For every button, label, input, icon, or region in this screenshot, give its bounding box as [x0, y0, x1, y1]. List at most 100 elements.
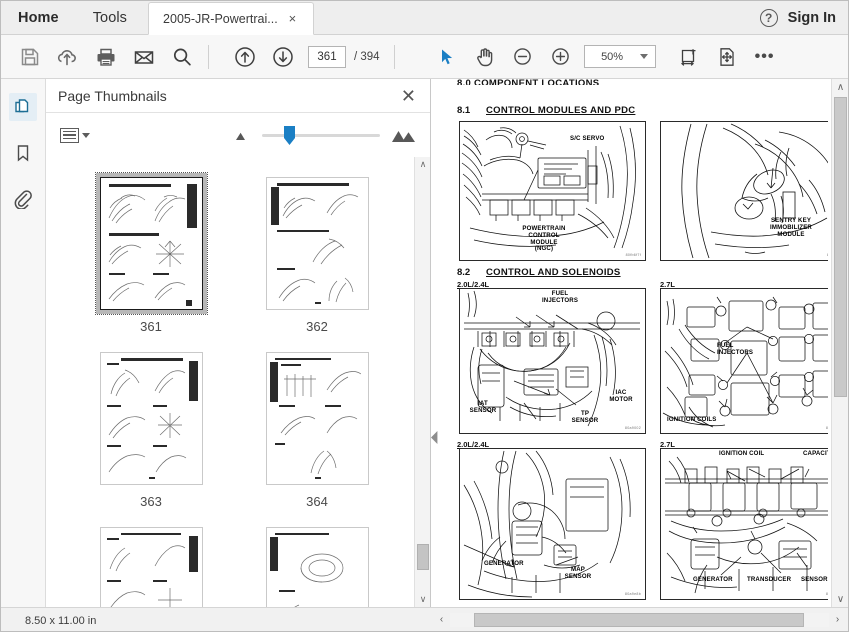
- section-heading-partial-text: 8.0 COMPONENT LOCATIONS: [457, 79, 600, 85]
- zoom-out-button[interactable]: [504, 38, 542, 76]
- thumbnails-scroll-region[interactable]: 361 362 363 364 ∧ ∨: [46, 157, 430, 607]
- figure-label-sc-servo: S/C SERVO: [570, 135, 605, 142]
- upload-cloud-icon[interactable]: [49, 38, 87, 76]
- page-number-label: 364: [306, 494, 328, 509]
- figure-label-sentry-key-immobilizer-module: SENTRY KEY IMMOBILIZER MODULE: [770, 217, 812, 238]
- print-icon[interactable]: [87, 38, 125, 76]
- navigation-rail: [1, 79, 46, 607]
- menu-tools[interactable]: Tools: [76, 1, 144, 34]
- tab-bar-right: ? Sign In: [759, 1, 848, 34]
- help-icon[interactable]: ?: [759, 8, 778, 27]
- next-page-button[interactable]: [264, 38, 302, 76]
- page-number-label: 363: [140, 494, 162, 509]
- figure-label-fuel-injectors: FUEL INJECTORS: [541, 290, 579, 304]
- scroll-down-icon[interactable]: ∨: [832, 591, 849, 607]
- thumbnail-frame[interactable]: [96, 523, 207, 607]
- page-preview[interactable]: [265, 527, 369, 607]
- section-heading-partial: 8.0 COMPONENT LOCATIONS: [457, 79, 599, 85]
- thumbnail-options-button[interactable]: [60, 127, 90, 143]
- scrollbar-thumb[interactable]: [834, 97, 847, 397]
- close-icon[interactable]: ×: [286, 10, 300, 27]
- acrobat-window: Home Tools 2005-JR-Powertrai... × ? Sign…: [0, 0, 849, 632]
- document-tab[interactable]: 2005-JR-Powertrai... ×: [148, 2, 315, 35]
- page-preview[interactable]: [99, 352, 203, 485]
- page-preview[interactable]: [265, 177, 369, 310]
- page-thumbnails-icon[interactable]: [9, 93, 37, 121]
- page-total-label: / 394: [354, 50, 380, 63]
- section-number-8-1: 8.1: [457, 105, 471, 116]
- figure-generator-map-left: GENERATOR MAP SENSOR 80a9e8b: [459, 448, 646, 600]
- thumbnail-size-slider[interactable]: [262, 125, 380, 145]
- zoom-in-button[interactable]: [542, 38, 580, 76]
- fit-width-icon[interactable]: [670, 38, 708, 76]
- section-title-8-1: CONTROL MODULES AND PDC: [486, 105, 636, 116]
- scroll-up-icon[interactable]: ∧: [415, 157, 430, 172]
- scrollbar-thumb[interactable]: [417, 544, 429, 570]
- thumbnail-frame[interactable]: [262, 173, 373, 314]
- small-thumbnails-icon[interactable]: [236, 131, 250, 140]
- page-number-input[interactable]: 361: [308, 45, 346, 68]
- figure-label-tp-sensor: TP SENSOR: [571, 410, 599, 424]
- previous-page-button[interactable]: [226, 38, 264, 76]
- list-item[interactable]: 366: [234, 515, 400, 607]
- attachment-icon[interactable]: [9, 185, 37, 213]
- chevron-down-icon[interactable]: [82, 132, 90, 138]
- scroll-left-icon[interactable]: ‹: [433, 612, 450, 628]
- email-icon[interactable]: [125, 38, 163, 76]
- scrollbar-thumb[interactable]: [474, 612, 804, 627]
- status-bar-left: 8.50 x 11.00 in: [1, 611, 431, 629]
- figure-label-fuel-injectors-2: FUEL INJECTORS: [717, 342, 754, 356]
- thumbnails-scrollbar[interactable]: ∧ ∨: [414, 157, 430, 607]
- status-bar: 8.50 x 11.00 in ‹ ›: [1, 607, 848, 631]
- thumbnail-frame[interactable]: [96, 348, 207, 489]
- page-preview[interactable]: [99, 177, 203, 310]
- fit-page-icon[interactable]: [708, 38, 746, 76]
- document-scrollbar[interactable]: ∧ ∨: [831, 79, 848, 607]
- figure-generator-map-right: IGNITION COIL CAPACITOR GENERATOR TRANSD…: [660, 448, 828, 600]
- list-item[interactable]: 365: [68, 515, 234, 607]
- bookmark-icon[interactable]: [9, 139, 37, 167]
- list-item[interactable]: 364: [234, 340, 400, 515]
- list-item[interactable]: 361: [68, 165, 234, 340]
- page-preview[interactable]: [99, 527, 203, 607]
- more-tools-button[interactable]: •••: [746, 38, 784, 76]
- zoom-level-value: 50%: [601, 50, 624, 63]
- close-icon[interactable]: ✕: [401, 87, 416, 105]
- horizontal-scrollbar[interactable]: ‹ ›: [433, 612, 846, 628]
- menu-home[interactable]: Home: [1, 1, 76, 34]
- chevron-down-icon[interactable]: [639, 54, 648, 59]
- main-toolbar: 361 / 394 50% •••: [1, 35, 848, 79]
- pdf-page[interactable]: 8.0 COMPONENT LOCATIONS 8.1 CONTROL MODU…: [439, 79, 828, 607]
- page-number-label: 361: [140, 319, 162, 334]
- list-item[interactable]: 363: [68, 340, 234, 515]
- thumbnail-frame-selected[interactable]: [94, 172, 208, 315]
- select-tool-icon[interactable]: [428, 38, 466, 76]
- figure-label-sensor: SENSOR: [801, 576, 828, 583]
- pan-tool-icon[interactable]: [466, 38, 504, 76]
- more-tools-label: •••: [754, 47, 775, 65]
- figure-label-generator: GENERATOR: [484, 560, 524, 567]
- scrollbar-track[interactable]: [450, 612, 829, 627]
- thumbnail-frame[interactable]: [262, 523, 373, 607]
- figure-label-capacitor: CAPACITOR: [803, 450, 828, 457]
- collapse-navigation-pane-button[interactable]: [430, 426, 439, 448]
- toolbar-divider-1: [208, 44, 209, 69]
- list-item[interactable]: 362: [234, 165, 400, 340]
- large-thumbnails-icon[interactable]: [392, 129, 416, 142]
- thumbnails-grid: 361 362 363 364: [46, 165, 430, 607]
- scroll-up-icon[interactable]: ∧: [832, 79, 849, 95]
- figure-code: 80a9e8b: [624, 592, 641, 596]
- slider-handle[interactable]: [284, 125, 295, 145]
- page-preview[interactable]: [265, 352, 369, 485]
- scroll-right-icon[interactable]: ›: [829, 612, 846, 628]
- figure-label-powertrain-control-module: POWERTRAIN CONTROL MODULE (NGC): [522, 225, 566, 253]
- zoom-level-select[interactable]: 50%: [583, 45, 656, 68]
- thumbnail-frame[interactable]: [262, 348, 373, 489]
- save-icon[interactable]: [11, 38, 49, 76]
- sign-in-button[interactable]: Sign In: [788, 10, 836, 26]
- section-title-8-2: CONTROL AND SOLENOIDS: [486, 267, 621, 278]
- search-icon[interactable]: [163, 38, 201, 76]
- document-view[interactable]: 8.0 COMPONENT LOCATIONS 8.1 CONTROL MODU…: [431, 79, 848, 607]
- figure-label-ignition-coils: IGNITION COILS: [667, 416, 717, 423]
- scroll-down-icon[interactable]: ∨: [415, 592, 430, 607]
